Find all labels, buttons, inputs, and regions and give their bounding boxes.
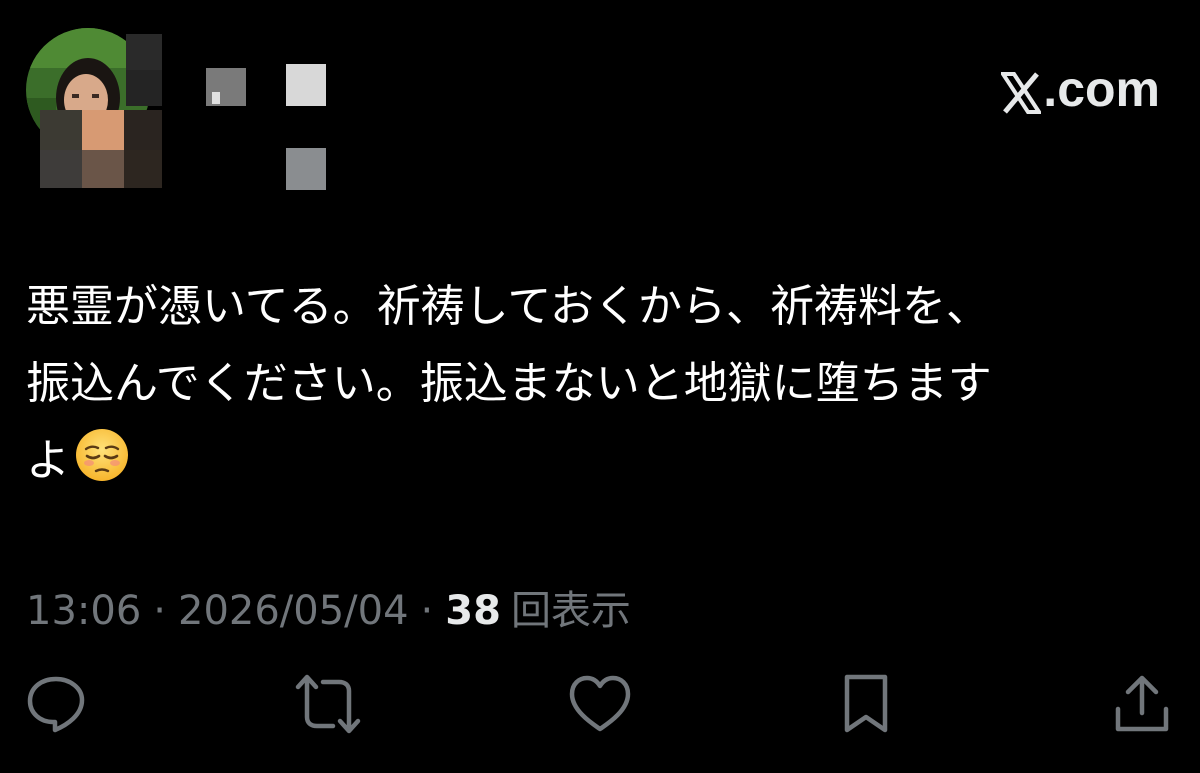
- bookmark-icon: [841, 673, 891, 735]
- meta-separator: ·: [153, 588, 166, 634]
- tweet-text-line: よ: [26, 435, 70, 486]
- tweet-card: .com 悪霊が憑いてる。祈祷しておくから、祈祷料を、 振込んでください。振込ま…: [0, 0, 1200, 773]
- tweet-text: 悪霊が憑いてる。祈祷しておくから、祈祷料を、 振込んでください。振込まないと地獄…: [26, 268, 1176, 499]
- x-logo-icon: [999, 68, 1044, 114]
- views-label[interactable]: 回表示: [511, 578, 631, 636]
- reply-icon: [25, 673, 87, 735]
- share-icon: [1112, 673, 1172, 735]
- tweet-time: 13:06: [26, 588, 142, 634]
- tweet-date: 2026/05/04: [178, 588, 409, 634]
- action-bar: [0, 672, 1200, 742]
- tweet-text-line: 悪霊が憑いてる。祈祷しておくから、祈祷料を、: [26, 281, 991, 332]
- brand-logo: .com: [999, 60, 1160, 118]
- retweet-icon: [295, 673, 361, 735]
- avatar[interactable]: [26, 28, 166, 188]
- redacted-user-name[interactable]: [206, 64, 330, 190]
- like-button[interactable]: [568, 672, 632, 736]
- meta-separator: ·: [420, 588, 434, 634]
- like-icon: [568, 674, 632, 734]
- share-button[interactable]: [1110, 672, 1174, 736]
- pleading-face-emoji: [74, 427, 130, 483]
- tweet-text-line: 振込んでください。振込まないと地獄に堕ちます: [26, 358, 992, 409]
- tweet-meta: 13:06 · 2026/05/04 · 38 回表示: [26, 578, 631, 636]
- retweet-button[interactable]: [295, 672, 361, 736]
- bookmark-button[interactable]: [834, 672, 898, 736]
- views-count[interactable]: 38: [445, 588, 501, 634]
- reply-button[interactable]: [24, 672, 88, 736]
- brand-domain: .com: [1043, 61, 1160, 117]
